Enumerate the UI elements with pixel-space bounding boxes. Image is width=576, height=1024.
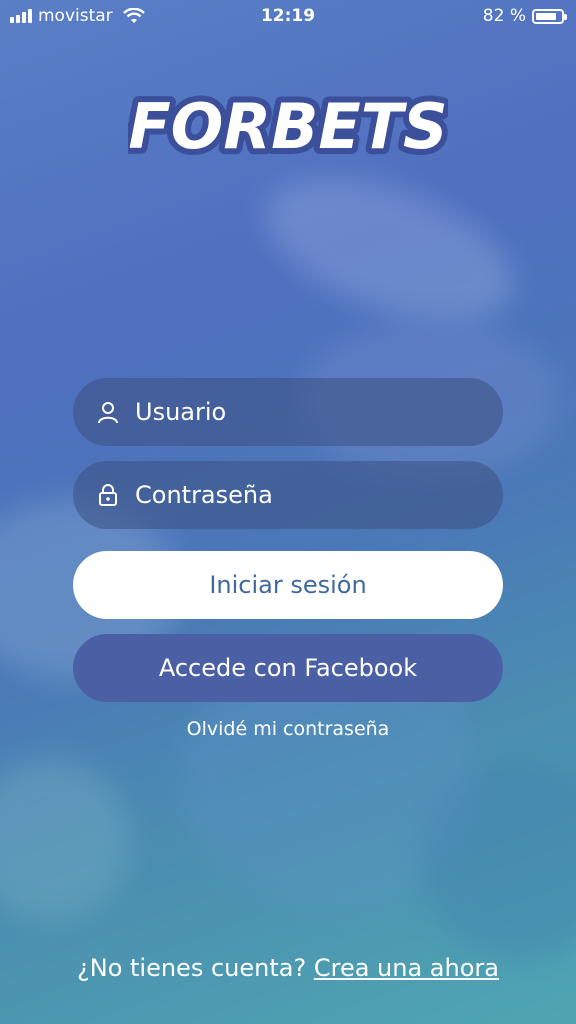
logo-text: FORBETS — [128, 90, 447, 163]
facebook-login-button[interactable]: Accede con Facebook — [73, 634, 503, 702]
create-account-link[interactable]: Crea una ahora — [314, 954, 499, 982]
signup-row: ¿No tienes cuenta? Crea una ahora — [0, 954, 576, 982]
username-field[interactable] — [73, 378, 503, 446]
username-input[interactable] — [133, 397, 477, 427]
status-right: 82 % — [482, 6, 567, 26]
forbets-logo: FORBETS — [128, 84, 448, 169]
user-icon — [95, 399, 121, 425]
status-bar: movistar 12:19 82 % — [0, 0, 576, 34]
battery-percent: 82 % — [482, 6, 526, 26]
forgot-password-link[interactable]: Olvidé mi contraseña — [0, 718, 576, 740]
login-button[interactable]: Iniciar sesión — [73, 551, 503, 619]
lock-icon — [95, 482, 121, 508]
battery-level — [536, 12, 556, 20]
password-field[interactable] — [73, 461, 503, 529]
password-input[interactable] — [133, 480, 477, 510]
battery-icon — [532, 8, 567, 24]
signup-prompt: ¿No tienes cuenta? — [77, 954, 307, 982]
